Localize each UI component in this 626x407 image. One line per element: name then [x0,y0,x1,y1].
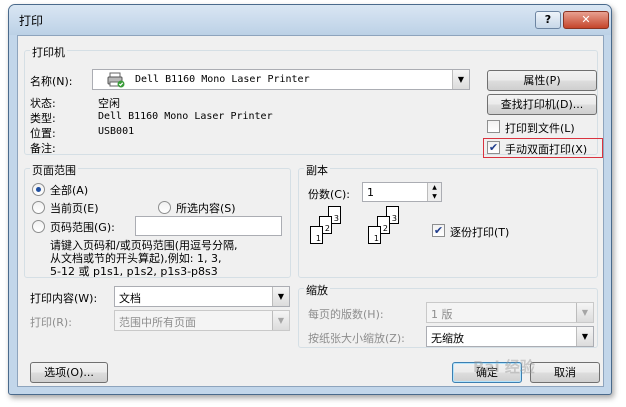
manual-duplex-checkbox[interactable]: ✔ [487,141,500,154]
printer-name-label: 名称(N): [30,75,73,88]
find-printer-button[interactable]: 查找打印机(D)... [487,94,597,115]
printer-type-value: Dell B1160 Mono Laser Printer [98,111,273,122]
page-range-all-label: 全部(A) [50,184,89,197]
print-pages-value: 范围中所有页面 [119,316,196,329]
page-range-hint-line3: 5-12 或 p1s1, p1s2, p1s3-p8s3 [50,265,218,278]
page-range-current-radio[interactable] [32,201,45,214]
scale-to-paper-value: 无缩放 [431,332,464,345]
cancel-button[interactable]: 取消 [530,362,600,383]
chevron-down-icon[interactable]: ▼ [576,327,593,346]
help-button[interactable]: ? [535,11,561,29]
copies-count-value: 1 [367,186,374,199]
printer-icon [107,72,125,88]
copies-group-title: 副本 [304,162,330,178]
printer-group-title: 打印机 [30,44,67,60]
collate-page-icon: 1 [310,226,323,244]
page-range-selection-label: 所选内容(S) [176,202,236,215]
page-range-group-title: 页面范围 [30,162,78,178]
collate-page-icon: 1 [368,226,381,244]
print-pages-dropdown[interactable]: 范围中所有页面 ▼ [114,310,290,331]
pages-per-sheet-value: 1 版 [431,308,453,321]
page-range-pages-radio[interactable] [32,220,45,233]
printer-name-dropdown[interactable]: Dell B1160 Mono Laser Printer ▼ [92,69,470,90]
print-dialog: 打印 ? ✕ 打印机 名称(N): Dell B1160 Mono Laser … [8,4,612,395]
collate-label: 逐份打印(T) [450,226,510,239]
window-title: 打印 [19,14,44,28]
copies-group: 副本 [298,162,598,278]
print-what-dropdown[interactable]: 文档 ▼ [114,286,290,307]
pages-per-sheet-label: 每页的版数(H): [308,308,384,321]
page-range-all-radio[interactable] [32,183,45,196]
print-to-file-label: 打印到文件(L) [505,122,575,135]
baidu-watermark: Bai 经验 [473,358,535,376]
print-pages-label: 打印(R): [30,316,72,329]
collate-checkbox[interactable]: ✔ [432,224,445,237]
options-button[interactable]: 选项(O)... [30,362,108,383]
close-button[interactable]: ✕ [563,11,609,29]
chevron-down-icon[interactable]: ▼ [272,287,289,306]
chevron-down-icon[interactable]: ▼ [272,311,289,330]
printer-where-label: 位置: [30,127,56,140]
spin-up-icon[interactable]: ▲ [427,183,441,192]
printer-where-value: USB001 [98,126,135,137]
printer-status-value: 空闲 [98,97,120,110]
page-range-selection-radio[interactable] [158,201,171,214]
pages-per-sheet-dropdown[interactable]: 1 版 ▼ [426,302,594,323]
zoom-group-title: 缩放 [304,282,330,298]
copies-count-label: 份数(C): [308,188,350,201]
manual-duplex-label: 手动双面打印(X) [505,143,588,156]
print-to-file-checkbox[interactable] [487,120,500,133]
chevron-down-icon[interactable]: ▼ [576,303,593,322]
printer-status-label: 状态: [30,97,56,110]
scale-to-paper-dropdown[interactable]: 无缩放 ▼ [426,326,594,347]
print-what-value: 文档 [119,292,141,305]
properties-button[interactable]: 属性(P) [487,70,597,91]
printer-comment-label: 备注: [30,142,56,155]
scale-to-paper-label: 按纸张大小缩放(Z): [308,332,405,345]
spin-down-icon[interactable]: ▼ [427,192,441,201]
printer-name-value: Dell B1160 Mono Laser Printer [135,74,310,85]
chevron-down-icon[interactable]: ▼ [452,70,469,89]
page-range-input[interactable] [135,216,282,236]
page-range-current-label: 当前页(E) [50,202,99,215]
title-bar: 打印 ? ✕ [9,5,611,35]
dialog-client-area: 打印机 名称(N): Dell B1160 Mono Laser Printer… [17,35,604,387]
page-range-pages-label: 页码范围(G): [50,221,115,234]
copies-count-input[interactable]: 1 ▲ ▼ [362,182,442,202]
print-what-label: 打印内容(W): [30,292,98,305]
printer-type-label: 类型: [30,112,56,125]
